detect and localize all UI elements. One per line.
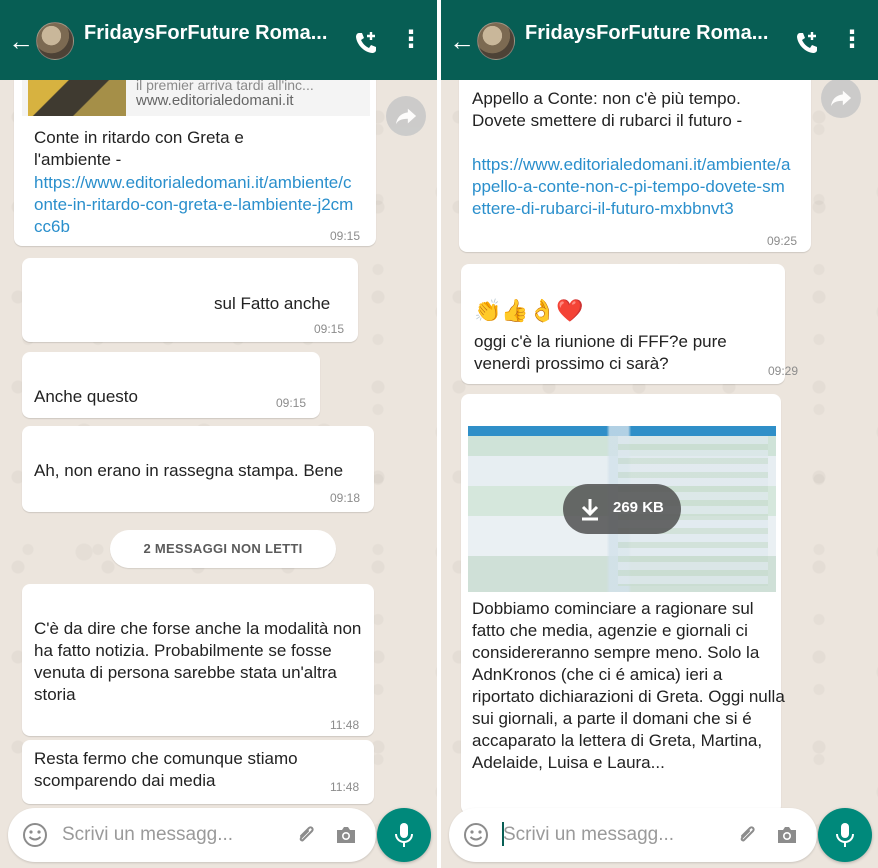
message-time: 11:48 xyxy=(330,780,360,794)
media-size: 269 KB xyxy=(613,499,664,516)
message-time: 09:18 xyxy=(330,491,361,505)
message-text: Resta fermo che comunque stiamo scompare… xyxy=(34,749,298,790)
unread-messages-divider: 2 MESSAGGI NON LETTI xyxy=(110,530,336,568)
message-text: Anche questo xyxy=(34,387,138,406)
camera-icon[interactable] xyxy=(775,823,799,847)
message-text: sul Fatto anche xyxy=(214,294,331,313)
back-arrow-icon[interactable]: ← xyxy=(449,28,475,54)
attach-clip-icon[interactable] xyxy=(294,823,318,847)
share-forward-button[interactable] xyxy=(821,78,861,118)
message-text: Ah, non erano in rassegna stampa. Bene xyxy=(34,461,344,480)
message-text: Conte in ritardo con Greta e l'ambiente … xyxy=(34,128,244,169)
link-preview-thumbnail xyxy=(28,80,126,116)
message-text: Appello a Conte: non c'è più tempo. Dove… xyxy=(472,89,743,130)
message-input[interactable]: Scrivi un messagg... xyxy=(62,824,233,846)
message-time: 09:15 xyxy=(330,229,361,243)
chat-panel-left: il premier arriva tardi all'inc... www.e… xyxy=(0,0,437,868)
share-forward-icon xyxy=(395,108,417,125)
message-text: C'è da dire che forse anche la modalità … xyxy=(34,619,362,704)
chat-title[interactable]: FridaysForFuture Roma... xyxy=(84,22,344,45)
emoji-icon[interactable] xyxy=(22,822,48,848)
mic-icon xyxy=(836,823,854,847)
message-time: 09:25 xyxy=(767,234,798,248)
message-time: 09:29 xyxy=(768,364,799,378)
download-icon xyxy=(581,499,599,521)
add-call-icon[interactable] xyxy=(794,30,820,56)
emoji-icon[interactable] xyxy=(463,822,489,848)
group-avatar[interactable] xyxy=(477,22,515,60)
media-thumbnail[interactable]: 269 KB xyxy=(468,426,776,592)
add-call-icon[interactable] xyxy=(353,30,379,56)
message-time: 09:15 xyxy=(314,322,345,336)
message-input-bar[interactable]: Scrivi un messagg... xyxy=(449,808,817,862)
more-vert-icon[interactable]: ⋮ xyxy=(399,28,423,52)
message-time: 09:15 xyxy=(276,396,307,410)
message-time: 11:48 xyxy=(330,718,360,732)
voice-record-button[interactable] xyxy=(377,808,431,862)
download-media-button[interactable]: 269 KB xyxy=(563,484,681,534)
chat-header: ← FridaysForFuture Roma... ⋮ xyxy=(0,0,437,80)
camera-icon[interactable] xyxy=(334,823,358,847)
message-link[interactable]: https://www.editorialedomani.it/ambiente… xyxy=(472,154,792,220)
attach-clip-icon[interactable] xyxy=(735,823,759,847)
message-link[interactable]: https://www.editorialedomani.it/ambiente… xyxy=(34,172,359,238)
message-text: Dobbiamo cominciare a ragionare sul fatt… xyxy=(472,599,785,772)
message-text: oggi c'è la riunione di FFF?e pure vener… xyxy=(474,332,727,373)
voice-record-button[interactable] xyxy=(818,808,872,862)
message-emoji: 👏👍👌❤️ xyxy=(474,298,584,323)
share-forward-button[interactable] xyxy=(386,96,426,136)
chat-panel-right: Appello a Conte: non c'è più tempo. Dove… xyxy=(441,0,878,868)
chat-title[interactable]: FridaysForFuture Roma... xyxy=(525,22,785,45)
chat-header: ← FridaysForFuture Roma... ⋮ xyxy=(441,0,878,80)
message-input-bar[interactable]: Scrivi un messagg... xyxy=(8,808,376,862)
more-vert-icon[interactable]: ⋮ xyxy=(840,28,864,52)
share-forward-icon xyxy=(830,90,852,107)
link-preview-domain: www.editorialedomani.it xyxy=(136,92,294,109)
group-avatar[interactable] xyxy=(36,22,74,60)
message-input[interactable]: Scrivi un messagg... xyxy=(503,824,674,846)
mic-icon xyxy=(395,823,413,847)
back-arrow-icon[interactable]: ← xyxy=(8,28,34,54)
